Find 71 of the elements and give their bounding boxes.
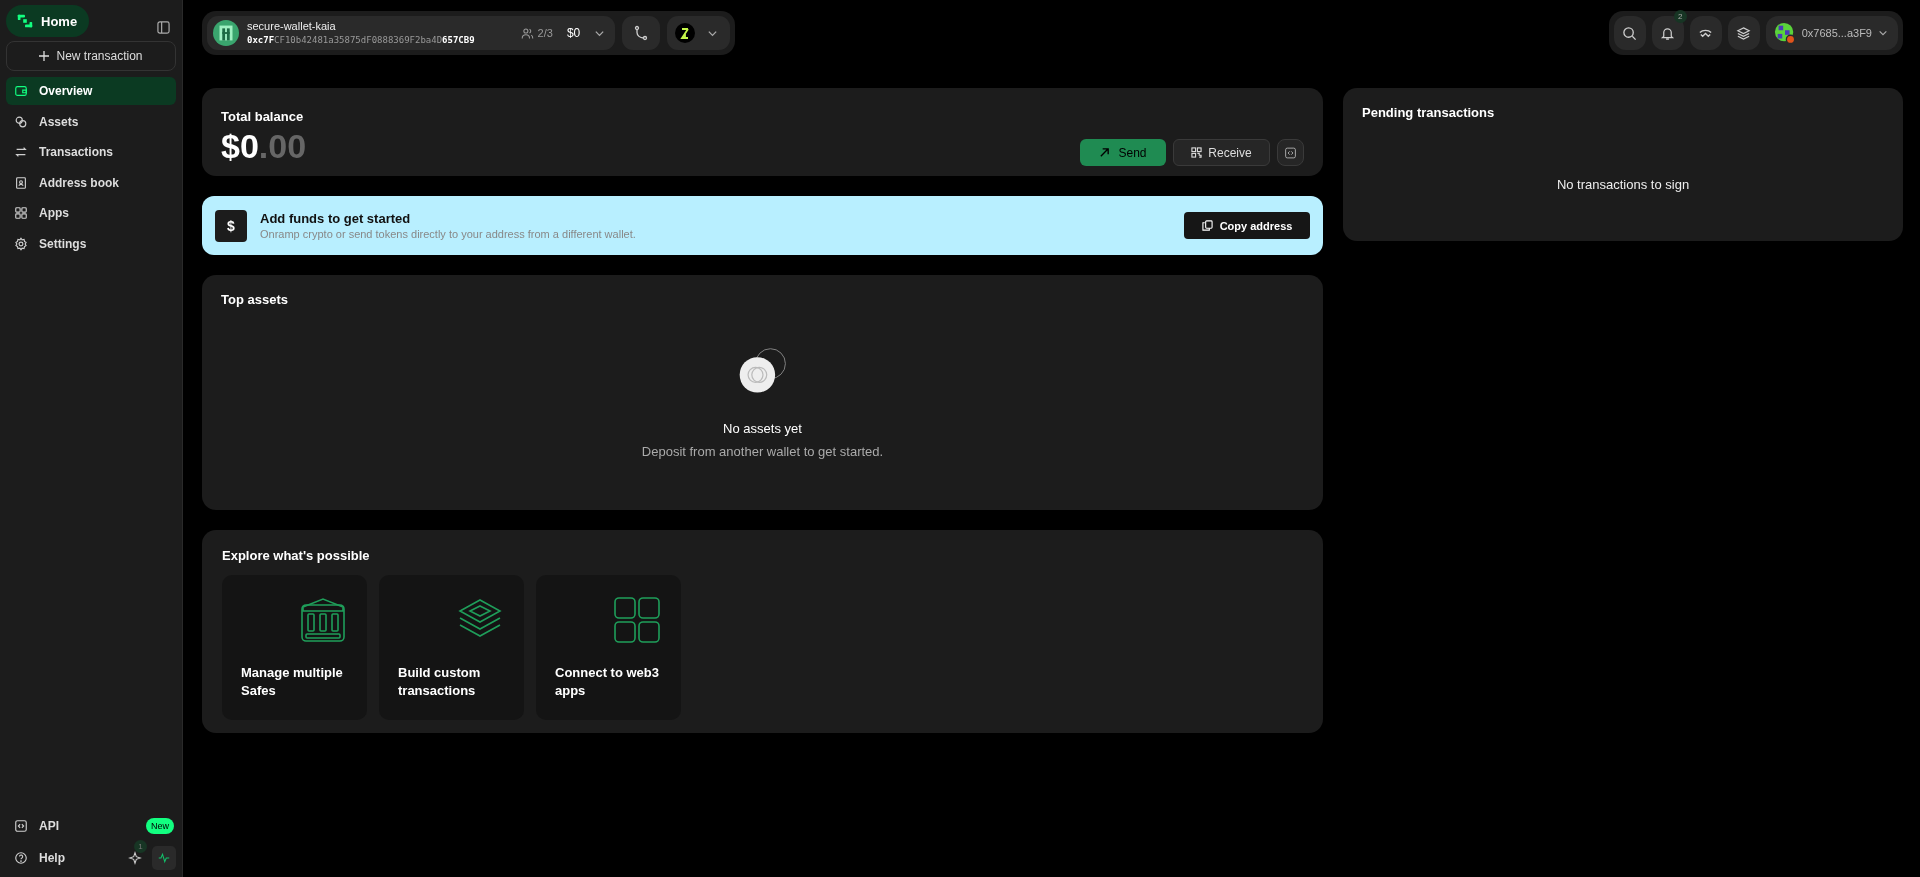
contact-book-icon <box>14 175 28 190</box>
nav-item[interactable]: Overview <box>6 77 176 105</box>
safe-address: 0xc7FCF10b42481a35875dF0888369F2ba4D657CB9 <box>247 34 475 47</box>
empty-title: No assets yet <box>723 421 802 436</box>
code-icon <box>14 819 28 833</box>
gear-icon <box>14 236 28 251</box>
banner-text: Onramp crypto or send tokens directly to your address from a different wallet. <box>260 228 637 240</box>
balance-amount: $0.00 <box>221 126 307 166</box>
copy-address-button[interactable]: Copy address <box>1184 212 1310 239</box>
nav-item[interactable]: Transactions <box>6 138 176 166</box>
account-avatar-icon <box>1773 22 1796 44</box>
new-transaction-button[interactable]: New transaction <box>6 41 176 71</box>
nav-item[interactable]: Settings <box>6 229 176 258</box>
grid-icon <box>612 595 662 645</box>
api-link[interactable]: API <box>14 819 59 833</box>
grid-icon <box>14 206 28 220</box>
sidebar-toggle-icon[interactable] <box>157 20 170 34</box>
logo-icon <box>16 12 34 30</box>
wallet-icon <box>14 84 28 98</box>
chevron-down-icon <box>1878 28 1888 38</box>
account-button[interactable]: 0x7685...a3F9 <box>1765 16 1898 50</box>
layers-button[interactable] <box>1727 16 1760 50</box>
bank-icon <box>298 595 348 645</box>
pulse-icon <box>158 851 170 865</box>
count-badge: 1 <box>134 840 147 853</box>
network-logo-icon <box>675 23 696 43</box>
activity-button[interactable] <box>152 846 176 870</box>
card-title: Pending transactions <box>1362 105 1496 120</box>
notifications-button[interactable] <box>1651 16 1684 50</box>
bell-icon <box>1660 25 1676 41</box>
home-button[interactable]: Home <box>6 5 90 37</box>
arrow-icon <box>1099 147 1111 158</box>
receive-button[interactable]: Receive <box>1173 139 1270 166</box>
tx-builder-button[interactable] <box>622 16 661 50</box>
code-icon <box>1284 145 1297 160</box>
coins-icon <box>14 114 28 129</box>
feature-tile[interactable]: Manage multiple Safes <box>222 575 367 720</box>
nav-item[interactable]: Address book <box>6 168 176 197</box>
nav-item[interactable]: Assets <box>6 107 176 136</box>
safe-name: secure-wallet-kaia <box>247 19 337 33</box>
safe-avatar-icon <box>213 20 239 46</box>
banner-title: Add funds to get started <box>260 211 412 226</box>
card-title: Top assets <box>221 292 289 307</box>
send-button[interactable]: Send <box>1080 139 1166 166</box>
feature-tile[interactable]: Build custom transactions <box>379 575 524 720</box>
help-link[interactable]: Help <box>14 851 65 865</box>
new-badge: New <box>146 818 174 834</box>
network-selector[interactable] <box>667 16 731 50</box>
search-icon <box>1622 25 1638 41</box>
feature-tile[interactable]: Connect to web3 apps <box>536 575 681 720</box>
help-icon <box>14 851 28 865</box>
code-button[interactable] <box>1277 139 1304 166</box>
card-title: Explore what's possible <box>222 548 371 563</box>
sparkle-icon[interactable] <box>128 851 142 865</box>
branch-icon <box>633 25 650 41</box>
walletconnect-button[interactable] <box>1689 16 1722 50</box>
notification-count: 2 <box>1673 10 1687 23</box>
qr-code-icon <box>1191 147 1203 158</box>
card-title: Total balance <box>221 109 305 124</box>
arrows-icon <box>14 145 28 159</box>
empty-text: Deposit from another wallet to get started. <box>641 444 884 459</box>
copy-icon <box>1201 220 1213 231</box>
safe-selector[interactable]: secure-wallet-kaia 0xc7FCF10b42481a35875dF0888369F2ba4D657CB9 2/3 $0 <box>207 16 616 50</box>
dollar-icon: $ <box>215 209 247 242</box>
nav-item[interactable]: Apps <box>6 199 176 227</box>
layers-icon <box>1736 25 1752 41</box>
search-button[interactable] <box>1613 16 1646 50</box>
plus-icon <box>39 51 50 61</box>
safe-balance: $0 <box>566 26 581 40</box>
pending-empty-text: No transactions to sign <box>1555 177 1691 192</box>
threshold: 2/3 <box>520 26 553 40</box>
